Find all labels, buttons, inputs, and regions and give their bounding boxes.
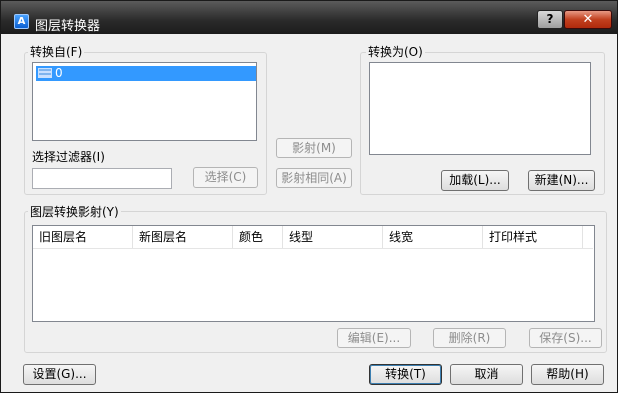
convert-to-list[interactable] [369, 62, 591, 155]
convert-from-list[interactable]: 0 [32, 62, 257, 141]
mappings-table[interactable]: 旧图层名 新图层名 颜色 线型 线宽 打印样式 [32, 225, 595, 322]
map-button[interactable]: 影射(M) [276, 138, 352, 158]
help-title-button[interactable]: ? [537, 10, 563, 29]
map-same-button[interactable]: 影射相同(A) [276, 168, 352, 188]
column-header-lineweight[interactable]: 线宽 [383, 226, 483, 248]
autocad-icon: A [14, 14, 29, 29]
delete-button[interactable]: 删除(R) [433, 328, 506, 348]
convert-to-label: 转换为(O) [366, 43, 425, 60]
settings-button[interactable]: 设置(G)... [23, 364, 96, 385]
table-header: 旧图层名 新图层名 颜色 线型 线宽 打印样式 [33, 226, 593, 249]
title-bar[interactable]: A 图层转换器 ? ✕ [1, 1, 617, 34]
new-button[interactable]: 新建(N)... [528, 170, 595, 191]
filter-label: 选择过滤器(I) [32, 150, 105, 164]
help-button[interactable]: 帮助(H) [531, 364, 604, 385]
close-button[interactable]: ✕ [564, 10, 612, 29]
convert-button[interactable]: 转换(T) [369, 364, 442, 385]
mappings-label: 图层转换影射(Y) [28, 203, 121, 220]
layer-translator-dialog: A 图层转换器 ? ✕ 转换自(F) 0 选择过滤器(I) 选择(C) 影射(M… [0, 0, 618, 393]
column-header-plot-style[interactable]: 打印样式 [483, 226, 583, 248]
layer-icon [38, 68, 52, 78]
list-item-label: 0 [55, 66, 63, 80]
window-title: 图层转换器 [35, 19, 101, 34]
edit-button[interactable]: 编辑(E)... [337, 328, 411, 348]
column-header-old-name[interactable]: 旧图层名 [33, 226, 133, 248]
save-button[interactable]: 保存(S)... [529, 328, 602, 348]
load-button[interactable]: 加载(L)... [441, 170, 509, 191]
column-header-linetype[interactable]: 线型 [283, 226, 383, 248]
select-button[interactable]: 选择(C) [193, 167, 258, 188]
column-header-color[interactable]: 颜色 [233, 226, 283, 248]
column-header-new-name[interactable]: 新图层名 [133, 226, 233, 248]
cancel-button[interactable]: 取消 [450, 364, 523, 385]
list-item[interactable]: 0 [36, 66, 256, 81]
convert-from-label: 转换自(F) [28, 43, 85, 60]
filter-input[interactable] [32, 168, 172, 189]
